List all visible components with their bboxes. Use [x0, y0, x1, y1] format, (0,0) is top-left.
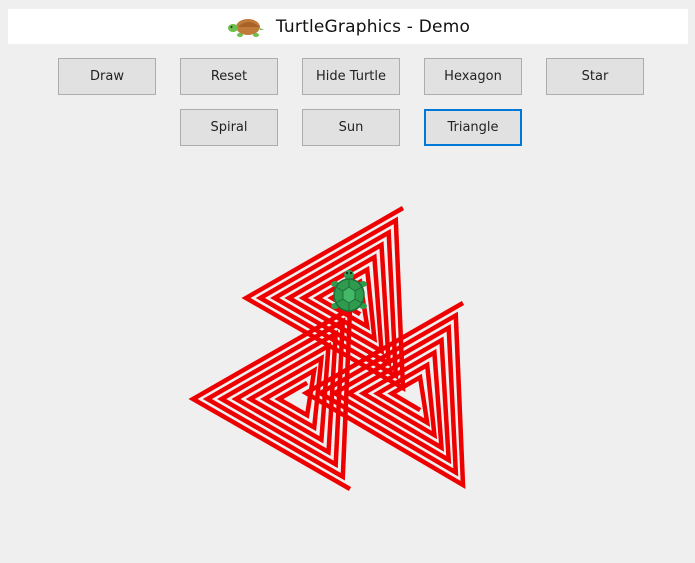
hexagon-button[interactable]: Hexagon — [424, 58, 522, 95]
reset-button[interactable]: Reset — [180, 58, 278, 95]
spiral-button[interactable]: Spiral — [180, 109, 278, 146]
star-button[interactable]: Star — [546, 58, 644, 95]
drawing-canvas — [188, 206, 466, 491]
triangle-spiral-drawing — [188, 206, 466, 491]
hide-turtle-button[interactable]: Hide Turtle — [302, 58, 400, 95]
triangle-button[interactable]: Triangle — [424, 109, 522, 146]
turtle-icon — [331, 270, 367, 312]
turtle-graphics-window: TurtleGraphics - Demo Draw Reset Hide Tu… — [0, 0, 695, 563]
window-title: TurtleGraphics - Demo — [275, 16, 471, 37]
title-bar: TurtleGraphics - Demo — [8, 9, 688, 44]
sun-button[interactable]: Sun — [302, 109, 400, 146]
draw-button[interactable]: Draw — [58, 58, 156, 95]
turtle-icon — [227, 18, 264, 37]
